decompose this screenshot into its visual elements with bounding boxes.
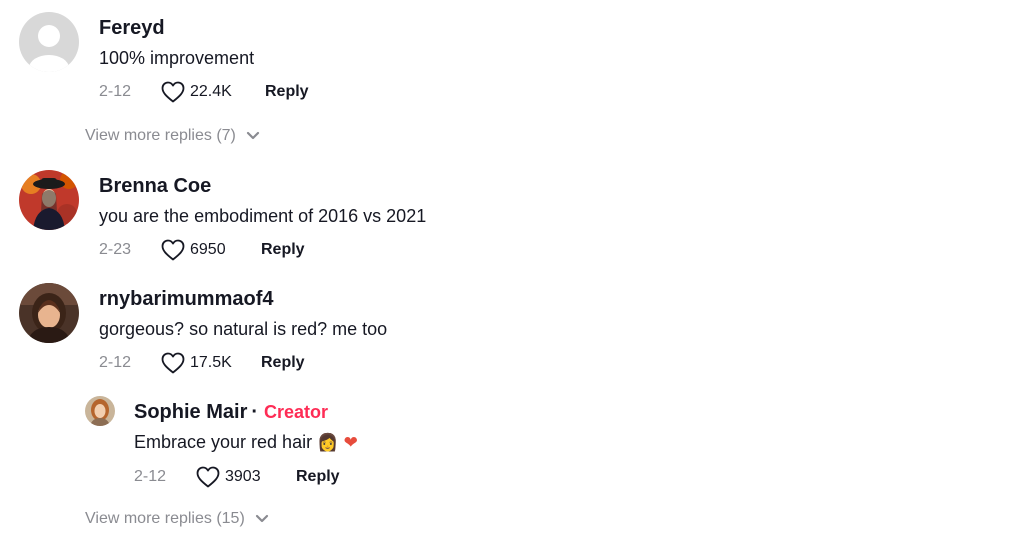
comment-username[interactable]: rnybarimummaof4 (99, 287, 387, 311)
reply-button[interactable]: Reply (265, 83, 309, 101)
user-photo-icon (19, 170, 79, 230)
view-more-label: View more replies (7) (85, 127, 236, 144)
comment-body: Fereyd 100% improvement 2-12 22.4K Reply (99, 16, 309, 103)
view-more-replies-button[interactable]: View more replies (15) (85, 510, 269, 528)
comment-text-body: Embrace your red hair (134, 432, 313, 452)
heart-icon (161, 81, 185, 103)
like-count: 17.5K (190, 354, 232, 371)
emoji-group: 👩 ❤ (317, 433, 358, 453)
default-avatar-icon (19, 12, 79, 72)
badge-separator: · (251, 401, 259, 423)
comment-meta: 2-12 3903 Reply (134, 466, 358, 488)
like-button[interactable]: 22.4K (161, 81, 265, 103)
heart-icon (196, 466, 220, 488)
avatar[interactable] (19, 283, 79, 343)
comment-text: gorgeous? so natural is red? me too (99, 319, 388, 339)
comment-meta: 2-12 22.4K Reply (99, 81, 309, 103)
heart-icon (161, 239, 185, 261)
comment-list: Fereyd 100% improvement 2-12 22.4K Reply… (0, 0, 1024, 546)
avatar[interactable] (19, 12, 79, 72)
comment-text: 100% improvement (99, 48, 255, 68)
comment-username[interactable]: Fereyd (99, 16, 309, 40)
comment-body: Sophie Mair · Creator Embrace your red hai… (134, 400, 358, 488)
comment-text: you are the embodiment of 2016 vs 2021 (99, 206, 427, 226)
comment-date: 2-12 (99, 83, 132, 100)
like-count: 6950 (190, 241, 226, 258)
like-count: 22.4K (190, 83, 232, 100)
reply-header: Sophie Mair · Creator (134, 400, 358, 424)
comment-meta: 2-23 6950 Reply (99, 239, 426, 261)
comment-body: rnybarimummaof4 gorgeous? so natural is … (99, 287, 387, 374)
comment-date: 2-12 (99, 354, 132, 371)
user-photo-icon (85, 396, 115, 426)
comment-meta: 2-12 17.5K Reply (99, 352, 387, 374)
reply-button[interactable]: Reply (261, 354, 305, 372)
avatar[interactable] (19, 170, 79, 230)
creator-badge: Creator (264, 402, 329, 422)
chevron-down-icon (246, 131, 259, 140)
comment-username[interactable]: Brenna Coe (99, 174, 426, 198)
like-button[interactable]: 3903 (196, 466, 296, 488)
user-photo-icon (19, 283, 79, 343)
comment-date: 2-12 (134, 468, 167, 485)
like-count: 3903 (225, 468, 261, 485)
heart-icon (161, 352, 185, 374)
reply-button[interactable]: Reply (296, 468, 340, 486)
avatar[interactable] (85, 396, 115, 426)
view-more-replies-button[interactable]: View more replies (7) (85, 127, 260, 145)
view-more-label: View more replies (15) (85, 510, 245, 527)
comment-username[interactable]: Sophie Mair (134, 401, 247, 423)
chevron-down-icon (255, 514, 268, 523)
comment-text: Embrace your red hair 👩 ❤ (134, 431, 358, 454)
like-button[interactable]: 17.5K (161, 352, 261, 374)
comment-body: Brenna Coe you are the embodiment of 201… (99, 174, 426, 261)
like-button[interactable]: 6950 (161, 239, 261, 261)
reply-button[interactable]: Reply (261, 241, 305, 259)
comment-date: 2-23 (99, 241, 132, 258)
